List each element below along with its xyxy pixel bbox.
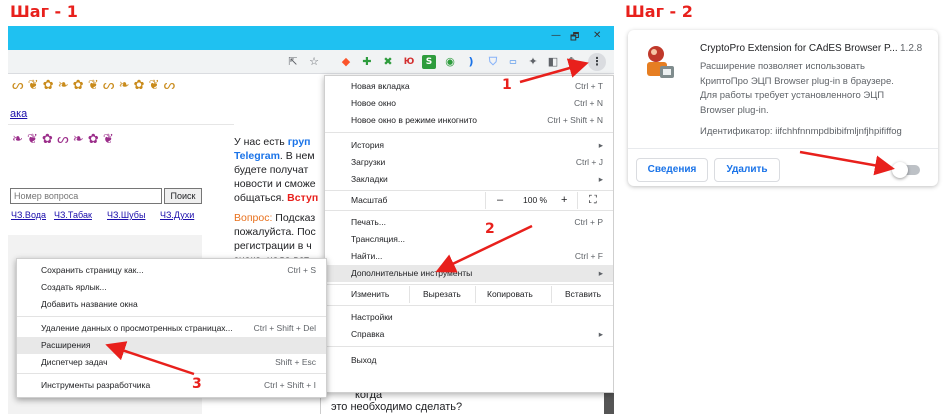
marker-2: 2 — [485, 221, 495, 237]
minimize-icon[interactable]: — — [551, 30, 561, 41]
menu-item-new-window[interactable]: Новое окно Ctrl + N — [325, 95, 613, 112]
maximize-icon[interactable]: 🗗 — [570, 30, 579, 47]
extension-title: CryptoPro Extension for CAdES Browser P.… — [700, 43, 898, 54]
submenu-item-extensions[interactable]: Расширения — [17, 337, 326, 354]
marker-1: 1 — [502, 77, 512, 93]
menu-item-new-tab[interactable]: Новая вкладка Ctrl + T — [325, 78, 613, 95]
search-button[interactable]: Поиск — [164, 188, 202, 204]
step-2-label: Шаг - 2 — [625, 2, 693, 21]
remove-button[interactable]: Удалить — [714, 158, 780, 182]
submenu-item-task-manager[interactable]: Диспетчер задач Shift + Esc — [17, 354, 326, 371]
star-icon[interactable]: ☆ — [307, 55, 321, 69]
nav-link-tobacco[interactable]: ЧЗ.Табак — [54, 210, 92, 220]
extension-shield-icon[interactable]: ⛉ — [486, 55, 500, 69]
extension-card: CryptoPro Extension for CAdES Browser P.… — [628, 30, 938, 186]
extension-yu-icon[interactable]: Ю — [402, 55, 416, 69]
brave-shield-icon[interactable]: ◆ — [339, 55, 353, 69]
menu-item-exit[interactable]: Выход — [325, 352, 613, 369]
paste-button[interactable]: Вставить — [565, 286, 601, 303]
nav-link-water[interactable]: ЧЗ.Вода — [11, 210, 46, 220]
menu-item-incognito[interactable]: Новое окно в режиме инкогнито Ctrl + Shif… — [325, 112, 613, 129]
submenu-item-clear-data[interactable]: Удаление данных о просмотренных страница… — [17, 320, 326, 337]
toggle-knob — [892, 162, 908, 178]
extension-version: 1.2.8 — [900, 43, 923, 54]
nav-link-perfume[interactable]: ЧЗ.Духи — [160, 210, 194, 220]
cut-button[interactable]: Вырезать — [423, 286, 461, 303]
extension-x-icon[interactable]: ✖ — [381, 55, 395, 69]
extension-circle-icon[interactable]: ◉ — [443, 55, 457, 69]
three-dot-menu-icon[interactable]: ⋮ — [588, 53, 606, 71]
submenu-item-devtools[interactable]: Инструменты разработчика Ctrl + Shift + I — [17, 377, 326, 394]
menu-item-more-tools[interactable]: Дополнительные инструменты ▸ — [325, 265, 613, 282]
submenu-item-save-page[interactable]: Сохранить страницу как... Ctrl + S — [17, 262, 326, 279]
menu-item-downloads[interactable]: Загрузки Ctrl + J — [325, 154, 613, 171]
submenu-item-name-window[interactable]: Добавить название окна — [17, 296, 326, 313]
menu-item-settings[interactable]: Настройки — [325, 309, 613, 326]
extension-puzzle-green-icon[interactable]: ✚ — [360, 55, 374, 69]
share-icon[interactable]: ⇱ — [286, 55, 300, 69]
answer-box: когда это необходимо сделать? — [320, 389, 596, 414]
extension-id: Идентификатор: iifchhfnnmpdbibifmljnfjhp… — [700, 126, 902, 137]
decor-strip-icon: ᔕ ❦ ✿ ❧ ✿ ❦ ᔕ ❧ ✿ ❦ ᔕ — [12, 78, 176, 93]
fullscreen-icon[interactable]: ⛶ — [589, 192, 597, 209]
menu-item-cast[interactable]: Трансляция... — [325, 231, 613, 248]
cryptopro-extension-icon[interactable]: ✎ — [566, 55, 580, 69]
extension-wave-icon[interactable]: ) — [464, 55, 478, 69]
decor-strip-2-icon: ❧ ❦ ✿ ᔕ ❧ ✿ ❦ — [12, 132, 114, 147]
menu-edit-row: Изменить Вырезать Копировать Вставить — [325, 286, 613, 303]
cryptopro-logo-icon — [642, 44, 676, 82]
menu-item-history[interactable]: История ▸ — [325, 137, 613, 154]
scrollbar[interactable] — [604, 393, 614, 414]
sidebar-icon[interactable]: ◧ — [546, 55, 560, 69]
more-tools-submenu: Сохранить страницу как... Ctrl + S Создат… — [16, 258, 327, 398]
browser-screenshot: — 🗗 ✕ ⇱ ☆ ◆ ✚ ✖ Ю S ◉ ) ⛉ ▭ ✦ ◧ ✎ ⋮ ᔕ ❦ … — [8, 26, 614, 414]
menu-item-help[interactable]: Справка ▸ — [325, 326, 613, 343]
telegram-notice: У нас есть груп Telegram. В нем будете п… — [234, 136, 319, 204]
title-bar: — 🗗 ✕ — [8, 26, 614, 50]
copy-button[interactable]: Копировать — [487, 286, 533, 303]
submenu-item-create-shortcut[interactable]: Создать ярлык... — [17, 279, 326, 296]
zoom-in-button[interactable]: + — [561, 192, 567, 209]
menu-item-find[interactable]: Найти... Ctrl + F — [325, 248, 613, 265]
site-link[interactable]: ака — [10, 108, 27, 120]
close-icon[interactable]: ✕ — [593, 30, 601, 41]
extension-cast-icon[interactable]: ▭ — [506, 55, 520, 69]
zoom-out-button[interactable]: – — [497, 192, 503, 209]
step-1-label: Шаг - 1 — [10, 2, 78, 21]
details-button[interactable]: Сведения — [636, 158, 708, 182]
question-number-input[interactable] — [10, 188, 162, 204]
extensions-puzzle-icon[interactable]: ✦ — [526, 55, 540, 69]
chrome-main-menu: Новая вкладка Ctrl + T Новое окно Ctrl + N… — [324, 75, 614, 393]
extension-toggle[interactable] — [892, 162, 920, 178]
menu-zoom-row: Масштаб – 100 % + ⛶ — [325, 192, 613, 209]
marker-3: 3 — [192, 376, 202, 392]
menu-item-bookmarks[interactable]: Закладки ▸ — [325, 171, 613, 188]
zoom-value: 100 % — [523, 195, 548, 205]
browser-toolbar: ⇱ ☆ ◆ ✚ ✖ Ю S ◉ ) ⛉ ▭ ✦ ◧ ✎ ⋮ — [8, 50, 614, 74]
extension-s-icon[interactable]: S — [422, 55, 436, 69]
menu-item-print[interactable]: Печать... Ctrl + P — [325, 214, 613, 231]
nav-link-furs[interactable]: ЧЗ.Шубы — [107, 210, 145, 220]
extension-description: Расширение позволяет использовать Крипто… — [700, 61, 894, 116]
